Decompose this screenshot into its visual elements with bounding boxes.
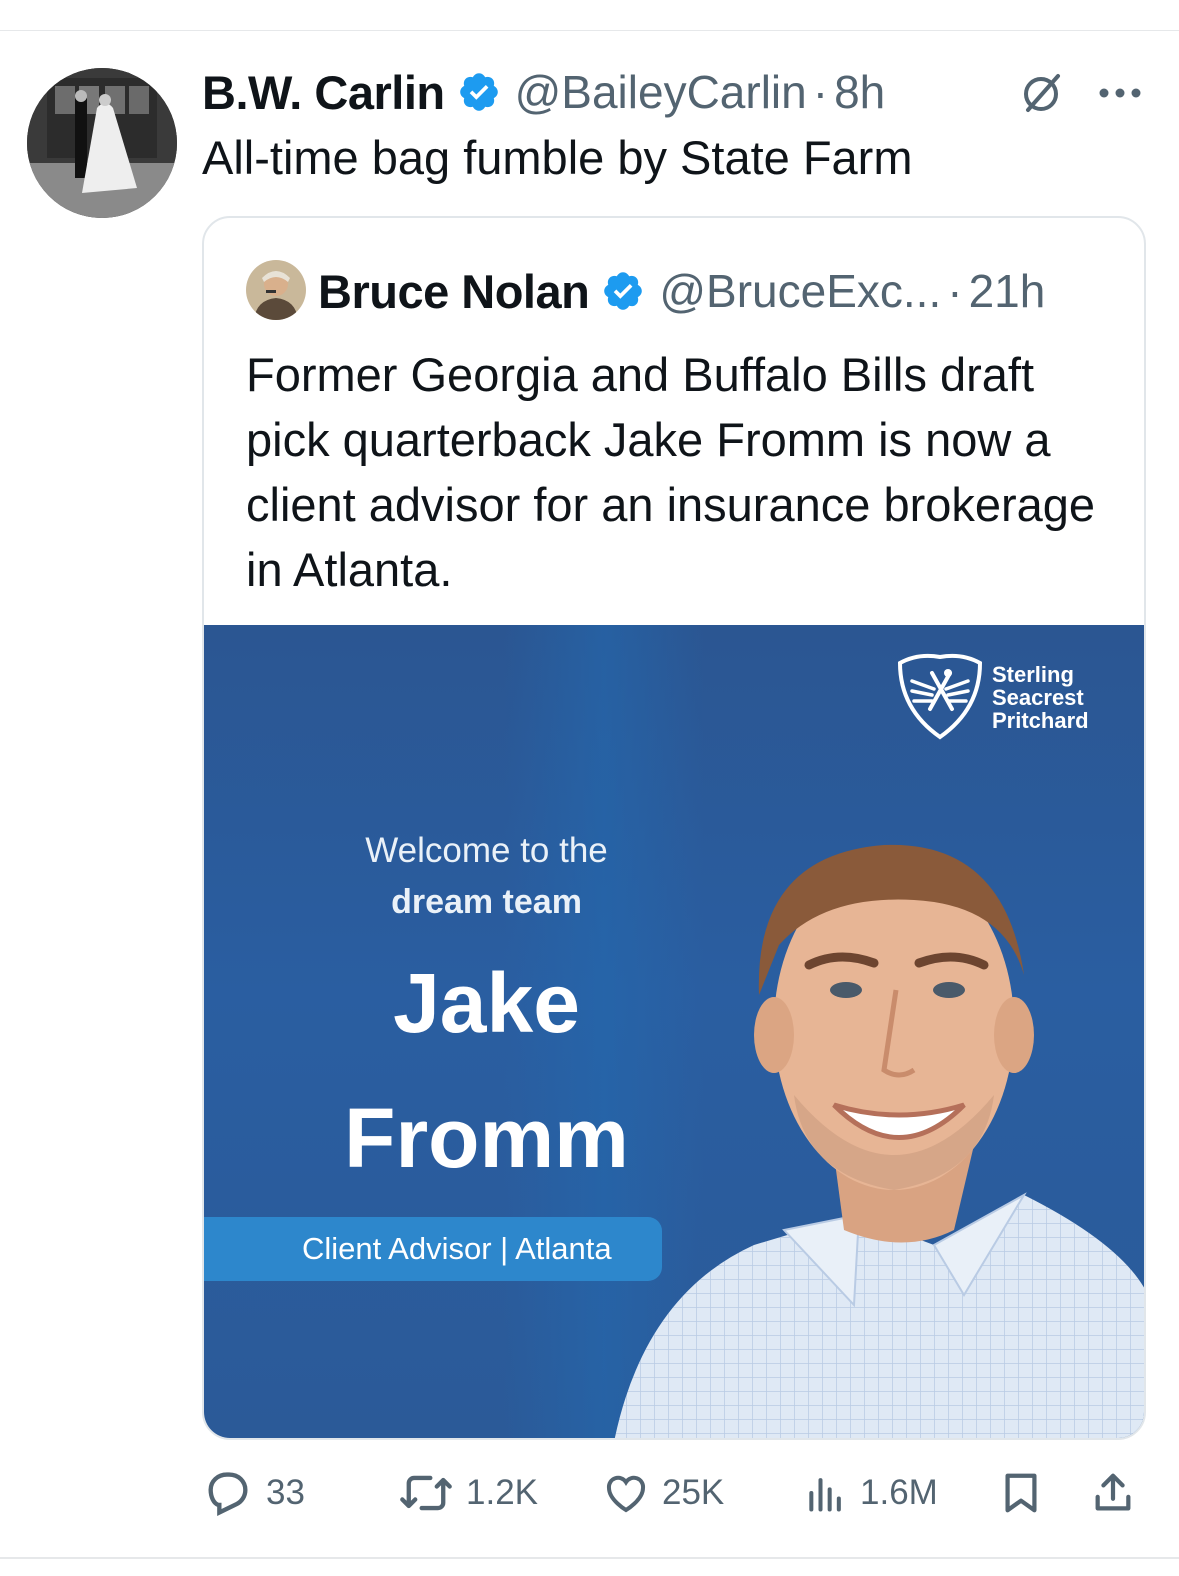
more-icon[interactable]	[1098, 86, 1142, 98]
tweet-header: B.W. Carlin @BaileyCarlin · 8h	[202, 62, 885, 122]
logo-line: Seacrest	[992, 685, 1084, 710]
views-button[interactable]: 1.6M	[804, 1466, 938, 1520]
quoted-tweet-text: Former Georgia and Buffalo Bills draft p…	[246, 348, 1096, 596]
quoted-handle[interactable]: @BruceExc...	[659, 264, 941, 318]
tweet-time[interactable]: 8h	[834, 65, 885, 119]
repost-icon	[400, 1475, 452, 1511]
bottom-divider	[0, 1557, 1179, 1559]
like-button[interactable]: 25K	[602, 1466, 724, 1520]
author-avatar[interactable]	[27, 68, 177, 218]
quoted-media-image[interactable]: Sterling Seacrest Pritchard Welcome to t…	[204, 625, 1144, 1438]
headshot-photo	[584, 775, 1144, 1438]
quoted-tweet-card[interactable]: Bruce Nolan @BruceExc... · 21h Former Ge…	[202, 216, 1146, 1440]
verified-badge-icon[interactable]	[601, 269, 645, 313]
logo-line: Sterling	[992, 662, 1074, 687]
quoted-time[interactable]: 21h	[969, 264, 1046, 318]
reply-count: 33	[266, 1473, 305, 1512]
sterling-seacrest-logo-icon	[896, 651, 984, 743]
quoted-tweet-header: Bruce Nolan @BruceExc... · 21h	[318, 260, 1045, 322]
author-display-name[interactable]: B.W. Carlin	[202, 65, 445, 120]
separator-dot: ·	[947, 265, 963, 317]
quoted-author-avatar[interactable]	[246, 260, 306, 320]
repost-count: 1.2K	[466, 1473, 538, 1512]
like-count: 25K	[662, 1473, 725, 1512]
action-bar: 33 1.2K 25K 1.6M	[202, 1466, 1146, 1520]
share-icon	[1095, 1473, 1131, 1511]
separator-dot: ·	[812, 66, 829, 118]
bookmark-icon	[1005, 1473, 1037, 1513]
repost-button[interactable]: 1.2K	[398, 1466, 538, 1520]
reply-button[interactable]: 33	[202, 1466, 305, 1520]
logo-line: Pritchard	[992, 708, 1089, 733]
views-count: 1.6M	[860, 1473, 938, 1512]
company-logo-text: Sterling Seacrest Pritchard	[992, 663, 1089, 732]
author-handle[interactable]: @BaileyCarlin	[515, 65, 807, 119]
verified-badge-icon[interactable]	[457, 70, 501, 114]
grok-icon[interactable]	[1018, 70, 1064, 116]
tweet-text: All-time bag fumble by State Farm	[202, 131, 913, 184]
views-icon	[809, 1478, 841, 1512]
quoted-display-name[interactable]: Bruce Nolan	[318, 264, 590, 319]
bookmark-button[interactable]	[998, 1466, 1044, 1520]
like-icon	[606, 1475, 646, 1513]
role-text: Client Advisor | Atlanta	[302, 1231, 612, 1266]
top-divider	[0, 30, 1179, 31]
share-button[interactable]	[1090, 1466, 1136, 1520]
reply-icon	[208, 1472, 248, 1516]
